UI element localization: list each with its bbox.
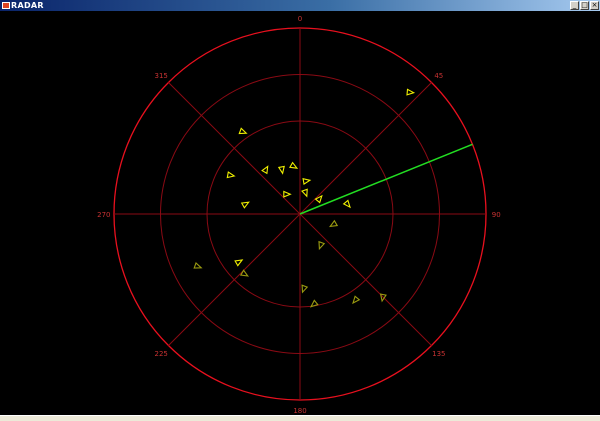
radar-contact[interactable] (289, 161, 299, 169)
window-title: RADAR (11, 1, 44, 10)
close-button[interactable]: × (590, 1, 599, 10)
bearing-spoke-135 (299, 213, 432, 346)
bearing-label-270: 270 (97, 211, 110, 219)
radar-contact[interactable] (328, 219, 339, 228)
bearing-label-225: 225 (155, 350, 168, 358)
radar-scope: 0 45 90 135 180 225 270 315 (97, 15, 501, 415)
bearing-spoke-45 (299, 82, 432, 215)
radar-contact[interactable] (301, 188, 308, 198)
radar-contact[interactable] (238, 127, 248, 135)
bearing-spoke-315 (168, 82, 301, 215)
radar-contact[interactable] (239, 269, 250, 277)
radar-contact[interactable] (283, 190, 292, 198)
radar-contact[interactable] (342, 199, 351, 209)
radar-contact[interactable] (240, 201, 250, 209)
title-bar[interactable]: RADAR _ □ × (0, 0, 600, 11)
radar-contact[interactable] (226, 171, 236, 179)
radar-contact[interactable] (261, 165, 269, 175)
maximize-button[interactable]: □ (580, 1, 589, 10)
bearing-label-0: 0 (298, 15, 302, 23)
radar-contact[interactable] (277, 165, 285, 175)
bearing-label-135: 135 (432, 350, 445, 358)
radar-window: RADAR _ □ × 0 45 90 135 180 225 270 315 (0, 0, 600, 421)
bearing-label-315: 315 (155, 72, 168, 80)
bearing-label-180: 180 (293, 407, 306, 415)
radar-display: 0 45 90 135 180 225 270 315 (0, 11, 600, 415)
radar-contact[interactable] (234, 259, 244, 267)
bearing-label-45: 45 (434, 72, 443, 80)
bearing-label-90: 90 (492, 211, 501, 219)
status-bar (0, 415, 600, 421)
radar-sweep-line (299, 143, 473, 215)
radar-contact[interactable] (406, 88, 416, 96)
radar-contact[interactable] (193, 262, 203, 269)
radar-contact[interactable] (352, 295, 361, 305)
radar-contact[interactable] (302, 177, 312, 186)
radar-contact[interactable] (318, 240, 326, 251)
minimize-button[interactable]: _ (570, 1, 579, 10)
app-icon (2, 2, 10, 9)
radar-contacts (193, 88, 416, 308)
bearing-spoke-225 (168, 213, 301, 346)
radar-contact[interactable] (301, 284, 309, 294)
